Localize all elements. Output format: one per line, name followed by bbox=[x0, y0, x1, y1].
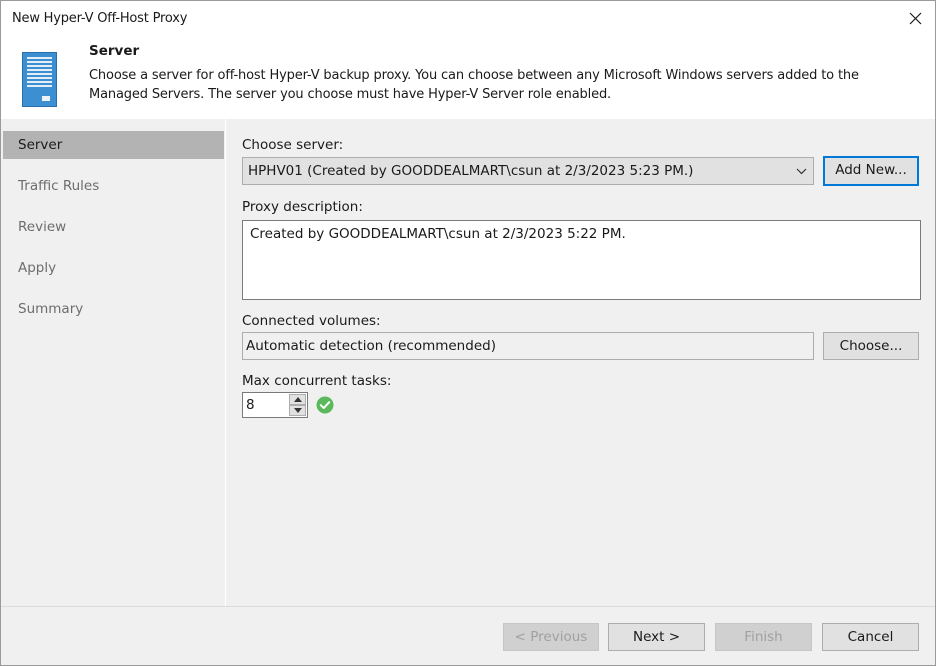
cancel-button[interactable]: Cancel bbox=[822, 623, 919, 651]
arrow-down-icon bbox=[294, 408, 302, 413]
increment-button[interactable] bbox=[289, 394, 306, 405]
add-new-server-button[interactable]: Add New... bbox=[823, 156, 919, 186]
server-step-panel: Choose server: HPHV01 (Created by GOODDE… bbox=[226, 119, 935, 606]
proxy-description-label: Proxy description: bbox=[242, 199, 363, 215]
choose-volumes-button[interactable]: Choose... bbox=[823, 332, 919, 360]
wizard-header: Server Choose a server for off-host Hype… bbox=[1, 37, 935, 119]
nav-step-summary[interactable]: Summary bbox=[1, 295, 225, 323]
max-concurrent-tasks-stepper[interactable]: 8 bbox=[242, 392, 308, 418]
title-bar: New Hyper-V Off-Host Proxy bbox=[1, 1, 935, 37]
connected-volumes-label: Connected volumes: bbox=[242, 313, 381, 329]
nav-step-review[interactable]: Review bbox=[1, 213, 225, 241]
max-concurrent-tasks-value: 8 bbox=[246, 397, 255, 413]
step-title: Server bbox=[89, 43, 140, 59]
wizard-steps-nav: Server Traffic Rules Review Apply Summar… bbox=[1, 119, 225, 606]
step-description: Choose a server for off-host Hyper-V bac… bbox=[89, 68, 859, 102]
close-button[interactable] bbox=[899, 3, 933, 35]
wizard-body: Server Traffic Rules Review Apply Summar… bbox=[1, 119, 935, 606]
nav-step-traffic-rules[interactable]: Traffic Rules bbox=[1, 172, 225, 200]
decrement-button[interactable] bbox=[289, 405, 306, 416]
window-title: New Hyper-V Off-Host Proxy bbox=[12, 11, 188, 26]
nav-step-server[interactable]: Server bbox=[3, 131, 224, 159]
wizard-window: New Hyper-V Off-Host Proxy Server Choose… bbox=[0, 0, 936, 666]
wizard-footer: < Previous Next > Finish Cancel bbox=[1, 606, 935, 665]
check-circle-icon bbox=[316, 396, 334, 414]
connected-volumes-value: Automatic detection (recommended) bbox=[246, 338, 496, 354]
max-concurrent-tasks-label: Max concurrent tasks: bbox=[242, 373, 392, 389]
nav-step-apply[interactable]: Apply bbox=[1, 254, 225, 282]
connected-volumes-field: Automatic detection (recommended) bbox=[242, 332, 814, 360]
chevron-down-icon bbox=[796, 168, 807, 175]
previous-button[interactable]: < Previous bbox=[503, 623, 599, 651]
choose-server-label: Choose server: bbox=[242, 137, 344, 153]
proxy-description-field[interactable]: Created by GOODDEALMART\csun at 2/3/2023… bbox=[242, 220, 921, 300]
finish-button[interactable]: Finish bbox=[715, 623, 812, 651]
server-dropdown[interactable]: HPHV01 (Created by GOODDEALMART\csun at … bbox=[242, 157, 814, 185]
server-dropdown-value: HPHV01 (Created by GOODDEALMART\csun at … bbox=[248, 163, 694, 179]
server-icon bbox=[22, 52, 57, 107]
arrow-up-icon bbox=[294, 397, 302, 402]
close-icon bbox=[909, 12, 922, 25]
next-button[interactable]: Next > bbox=[608, 623, 705, 651]
